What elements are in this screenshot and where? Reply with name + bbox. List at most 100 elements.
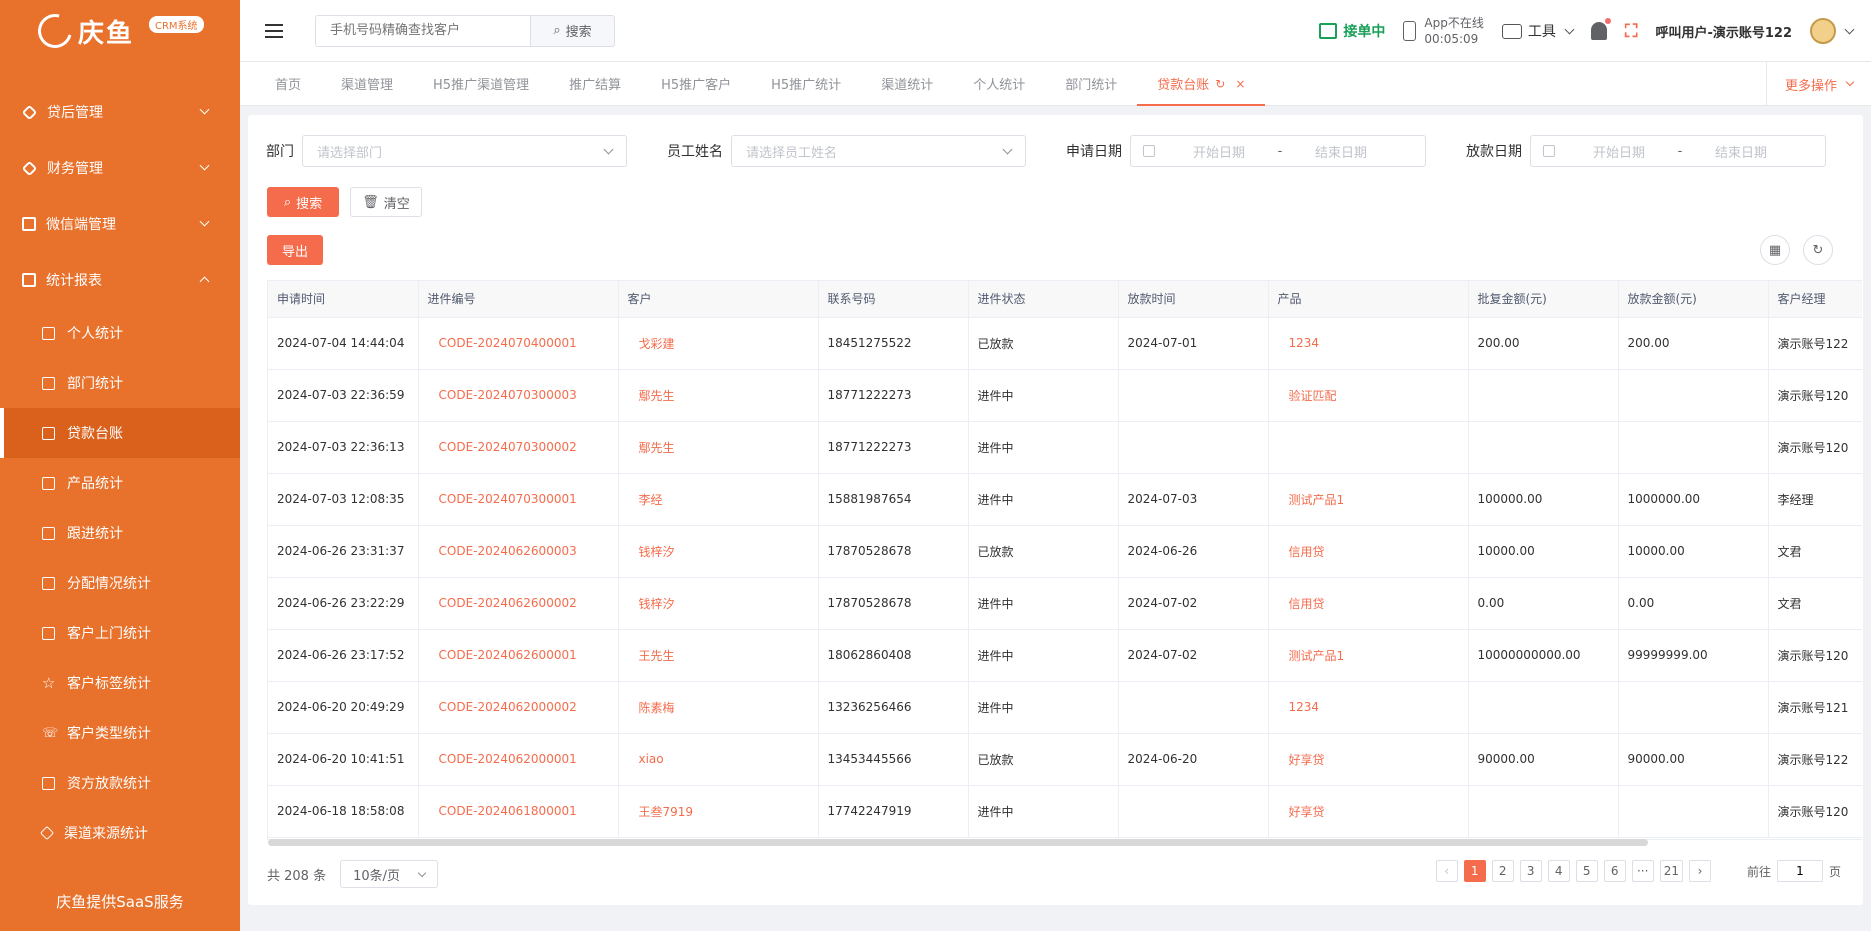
sidebar-item-funder-stats[interactable]: 资方放款统计	[0, 758, 240, 808]
table-row[interactable]: 2024-06-18 18:58:08 CODE-2024061800001 王叁7…	[268, 785, 1862, 838]
column-header[interactable]: 批复金额(元)	[1468, 281, 1619, 318]
customer-link[interactable]: 鄢先生	[618, 369, 819, 422]
search-button[interactable]: ⌕ 搜索	[267, 187, 339, 217]
sidebar-item-dept-stats[interactable]: 部门统计	[0, 358, 240, 408]
application-code-link[interactable]: CODE-2024062600001	[418, 629, 619, 682]
customer-search-input[interactable]	[315, 14, 530, 47]
column-header[interactable]: 客户经理	[1768, 281, 1862, 318]
sidebar-item-type-stats[interactable]: ☏ 客户类型统计	[0, 708, 240, 758]
column-header[interactable]: 放款时间	[1118, 281, 1269, 318]
table-row[interactable]: 2024-06-26 23:31:37 CODE-2024062600003 钱梓汐…	[268, 525, 1862, 578]
column-header[interactable]: 进件编号	[418, 281, 619, 318]
menu-group-wechat[interactable]: 微信端管理	[0, 196, 240, 252]
table-row[interactable]: 2024-07-03 22:36:13 CODE-2024070300002 鄢先生…	[268, 421, 1862, 474]
tab-channel-mgmt[interactable]: 渠道管理	[321, 62, 413, 106]
logo[interactable]: 庆鱼 CRM系统	[0, 0, 240, 62]
sidebar-item-personal-stats[interactable]: 个人统计	[0, 308, 240, 358]
table-row[interactable]: 2024-07-04 14:44:04 CODE-2024070400001 戈彩建…	[268, 317, 1862, 370]
column-header[interactable]: 申请时间	[268, 281, 419, 318]
column-header[interactable]: 联系号码	[818, 281, 969, 318]
export-button[interactable]: 导出	[267, 235, 323, 265]
column-header[interactable]: 放款金额(元)	[1618, 281, 1769, 318]
loan-date-range[interactable]: 开始日期 - 结束日期	[1530, 135, 1826, 167]
product-link[interactable]	[1268, 421, 1469, 474]
tab-channel-stats[interactable]: 渠道统计	[861, 62, 953, 106]
sidebar-item-assign-stats[interactable]: 分配情况统计	[0, 558, 240, 608]
apply-date-range[interactable]: 开始日期 - 结束日期	[1130, 135, 1426, 167]
application-code-link[interactable]: CODE-2024062000002	[418, 681, 619, 734]
column-header[interactable]: 客户	[618, 281, 819, 318]
start-date-input[interactable]: 开始日期	[1175, 142, 1263, 161]
page-button[interactable]: 2	[1491, 860, 1514, 882]
page-button[interactable]: 6	[1603, 860, 1626, 882]
sidebar-item-tag-stats[interactable]: ☆ 客户标签统计	[0, 658, 240, 708]
menu-group-post-loan[interactable]: 贷后管理	[0, 84, 240, 140]
tab-promo-settlement[interactable]: 推广结算	[549, 62, 641, 106]
page-button[interactable]: 4	[1547, 860, 1570, 882]
order-status-toggle[interactable]: 接单中	[1319, 21, 1385, 41]
column-header[interactable]: 进件状态	[968, 281, 1119, 318]
more-operations-button[interactable]: 更多操作	[1765, 62, 1871, 106]
application-code-link[interactable]: CODE-2024061800001	[418, 785, 619, 838]
tab-dept-stats[interactable]: 部门统计	[1045, 62, 1137, 106]
page-size-select[interactable]: 10条/页	[340, 860, 439, 888]
sidebar-item-channel-stats[interactable]: 渠道来源统计	[0, 808, 240, 858]
application-code-link[interactable]: CODE-2024070400001	[418, 317, 619, 370]
refresh-icon[interactable]: ↻	[1803, 235, 1833, 265]
column-header[interactable]: 产品	[1268, 281, 1469, 318]
product-link[interactable]: 验证匹配	[1268, 369, 1469, 422]
product-link[interactable]: 好享贷	[1268, 785, 1469, 838]
fullscreen-icon[interactable]: ⛶	[1625, 21, 1638, 42]
refresh-icon[interactable]: ↻	[1215, 77, 1225, 91]
customer-search-button[interactable]: ⌕ 搜索	[530, 14, 615, 47]
dept-select[interactable]: 请选择部门	[302, 135, 627, 167]
application-code-link[interactable]: CODE-2024062600002	[418, 577, 619, 630]
customer-link[interactable]: 王叁7919	[618, 785, 819, 838]
table-row[interactable]: 2024-07-03 22:36:59 CODE-2024070300003 鄢先生…	[268, 369, 1862, 422]
table-row[interactable]: 2024-07-03 12:08:35 CODE-2024070300001 李经 1…	[268, 473, 1862, 526]
next-page-button[interactable]: ›	[1688, 860, 1711, 882]
page-button[interactable]: 3	[1519, 860, 1542, 882]
tools-menu[interactable]: 工具	[1501, 21, 1575, 41]
menu-group-reports[interactable]: 统计报表	[0, 252, 240, 308]
table-row[interactable]: 2024-06-26 23:22:29 CODE-2024062600002 钱梓汐…	[268, 577, 1862, 630]
user-menu[interactable]	[1810, 18, 1855, 44]
customer-link[interactable]: xiao	[618, 733, 819, 786]
page-button[interactable]: 5	[1575, 860, 1598, 882]
menu-group-finance[interactable]: 财务管理	[0, 140, 240, 196]
customer-link[interactable]: 鄢先生	[618, 421, 819, 474]
tab-loan-ledger[interactable]: 贷款台账 ↻ ×	[1137, 62, 1266, 106]
page-button[interactable]: 1	[1463, 860, 1486, 882]
table-row[interactable]: 2024-06-20 10:41:51 CODE-2024062000001 xia…	[268, 733, 1862, 786]
columns-grid-icon[interactable]: ▦	[1760, 235, 1790, 265]
customer-link[interactable]: 钱梓汐	[618, 577, 819, 630]
tab-h5-stats[interactable]: H5推广统计	[751, 62, 861, 106]
menu-toggle-icon[interactable]	[265, 23, 283, 38]
sidebar-item-loan-ledger[interactable]: 贷款台账	[0, 408, 240, 458]
start-date-input[interactable]: 开始日期	[1575, 142, 1663, 161]
customer-link[interactable]: 陈素梅	[618, 681, 819, 734]
tab-personal-stats[interactable]: 个人统计	[953, 62, 1045, 106]
close-icon[interactable]: ×	[1235, 77, 1245, 91]
sidebar-item-followup-stats[interactable]: 跟进统计	[0, 508, 240, 558]
product-link[interactable]: 信用贷	[1268, 525, 1469, 578]
product-link[interactable]: 测试产品1	[1268, 473, 1469, 526]
application-code-link[interactable]: CODE-2024070300001	[418, 473, 619, 526]
product-link[interactable]: 信用贷	[1268, 577, 1469, 630]
tab-h5-channel-mgmt[interactable]: H5推广渠道管理	[413, 62, 549, 106]
customer-link[interactable]: 钱梓汐	[618, 525, 819, 578]
prev-page-button[interactable]: ‹	[1435, 860, 1458, 882]
product-link[interactable]: 1234	[1268, 317, 1469, 370]
tab-home[interactable]: 首页	[255, 62, 321, 106]
customer-link[interactable]: 戈彩建	[618, 317, 819, 370]
table-row[interactable]: 2024-06-26 23:17:52 CODE-2024062600001 王先生…	[268, 629, 1862, 682]
page-button[interactable]: 21	[1659, 860, 1683, 882]
tab-h5-customers[interactable]: H5推广客户	[641, 62, 751, 106]
end-date-input[interactable]: 结束日期	[1297, 142, 1385, 161]
product-link[interactable]: 好享贷	[1268, 733, 1469, 786]
more-pages-button[interactable]: ···	[1631, 860, 1654, 882]
product-link[interactable]: 测试产品1	[1268, 629, 1469, 682]
bell-icon[interactable]	[1590, 18, 1611, 40]
clear-button[interactable]: 🗑 清空	[350, 187, 422, 217]
application-code-link[interactable]: CODE-2024070300002	[418, 421, 619, 474]
